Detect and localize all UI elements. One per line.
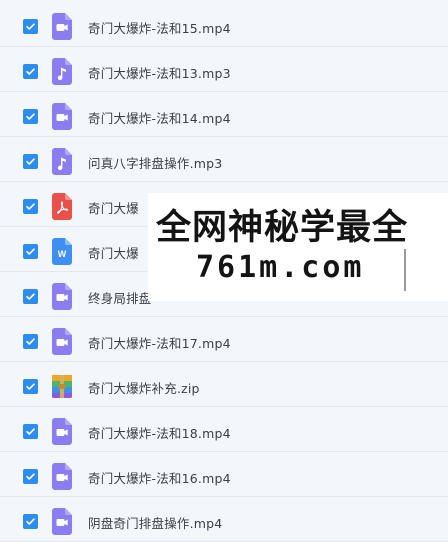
file-name[interactable]: 终身局排盘 <box>88 288 152 307</box>
pdf-file-icon <box>52 193 72 220</box>
svg-text:W: W <box>58 249 67 259</box>
file-checkbox[interactable] <box>23 379 38 394</box>
file-row[interactable]: 奇门大爆炸补充.zip <box>0 367 448 407</box>
file-name[interactable]: 阴盘奇门排盘操作.mp4 <box>88 513 222 532</box>
video-file-icon <box>52 508 72 535</box>
file-checkbox[interactable] <box>23 244 38 259</box>
video-file-icon <box>52 418 72 445</box>
file-checkbox[interactable] <box>23 334 38 349</box>
word-file-icon: W <box>52 238 72 265</box>
file-row[interactable]: 奇门大爆炸-法和17.mp4 <box>0 322 448 362</box>
video-file-icon <box>52 463 72 490</box>
file-row[interactable]: 奇门大爆炸-法和18.mp4 <box>0 412 448 452</box>
watermark-overlay: 全网神秘学最全 761m.com <box>148 193 448 301</box>
video-file-icon <box>52 283 72 310</box>
file-name[interactable]: 奇门大爆 <box>88 243 139 262</box>
file-checkbox[interactable] <box>23 19 38 34</box>
file-checkbox[interactable] <box>23 154 38 169</box>
video-file-icon <box>52 103 72 130</box>
file-row[interactable]: 奇门大爆炸-法和14.mp4 <box>0 97 448 137</box>
file-checkbox[interactable] <box>23 199 38 214</box>
file-row[interactable]: 奇门大爆炸-法和16.mp4 <box>0 457 448 497</box>
file-checkbox[interactable] <box>23 424 38 439</box>
watermark-divider <box>404 249 406 291</box>
file-name[interactable]: 奇门大爆炸-法和13.mp3 <box>88 63 231 82</box>
file-name[interactable]: 问真八字排盘操作.mp3 <box>88 153 222 172</box>
file-row[interactable]: 奇门大爆炸-法和13.mp3 <box>0 52 448 92</box>
file-row[interactable]: 阴盘奇门排盘操作.mp4 <box>0 502 448 542</box>
video-file-icon <box>52 13 72 40</box>
watermark-title: 全网神秘学最全 <box>156 208 409 248</box>
file-name[interactable]: 奇门大爆炸-法和15.mp4 <box>88 18 231 37</box>
file-name[interactable]: 奇门大爆炸-法和18.mp4 <box>88 423 231 442</box>
file-checkbox[interactable] <box>23 289 38 304</box>
watermark-url: 761m.com <box>196 250 365 285</box>
audio-file-icon <box>52 58 72 85</box>
file-name[interactable]: 奇门大爆炸-法和14.mp4 <box>88 108 231 127</box>
file-row[interactable]: 问真八字排盘操作.mp3 <box>0 142 448 182</box>
file-checkbox[interactable] <box>23 514 38 529</box>
file-name[interactable]: 奇门大爆炸-法和17.mp4 <box>88 333 231 352</box>
file-row[interactable]: 奇门大爆炸-法和15.mp4 <box>0 7 448 47</box>
file-checkbox[interactable] <box>23 469 38 484</box>
file-name[interactable]: 奇门大爆炸补充.zip <box>88 378 200 397</box>
file-name[interactable]: 奇门大爆 <box>88 198 139 217</box>
video-file-icon <box>52 328 72 355</box>
zip-file-icon <box>52 373 72 400</box>
audio-file-icon <box>52 148 72 175</box>
file-checkbox[interactable] <box>23 64 38 79</box>
file-checkbox[interactable] <box>23 109 38 124</box>
file-name[interactable]: 奇门大爆炸-法和16.mp4 <box>88 468 231 487</box>
